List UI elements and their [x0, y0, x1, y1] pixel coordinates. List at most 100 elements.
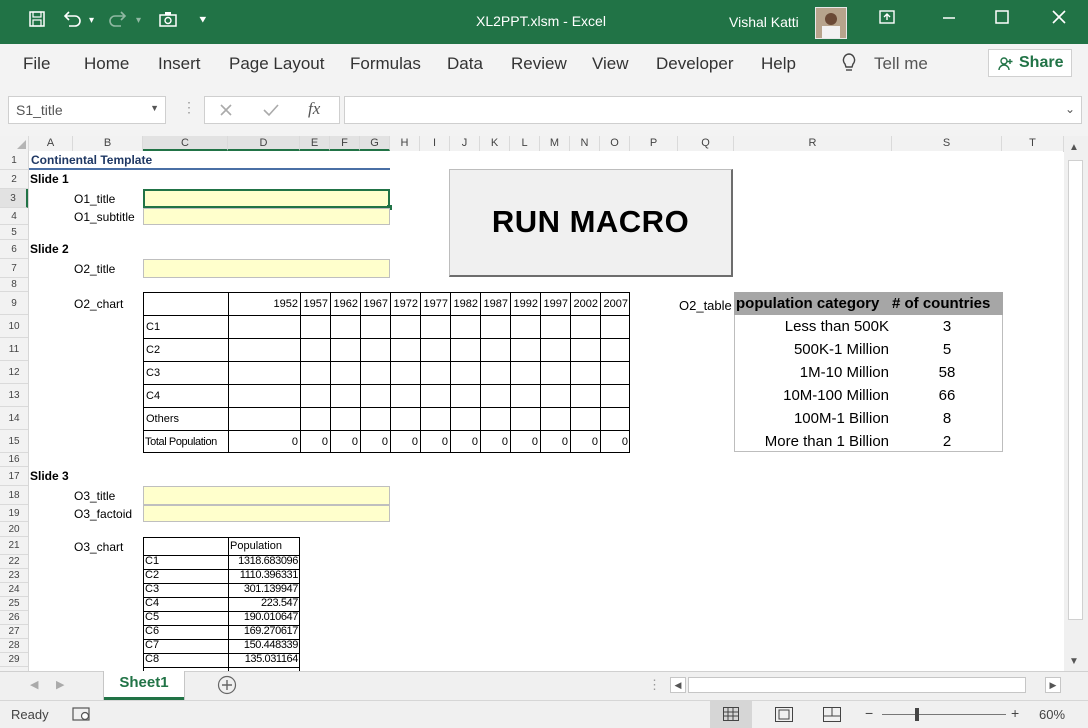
name-box[interactable]: S1_title ▼ — [8, 96, 166, 124]
tab-file[interactable]: File — [23, 54, 50, 74]
row-header[interactable]: 2 — [0, 170, 28, 189]
scroll-left-icon[interactable]: ◀ — [670, 677, 686, 693]
col-header-p[interactable]: P — [630, 136, 678, 151]
o3-title-field[interactable] — [143, 486, 390, 505]
share-button[interactable]: Share — [988, 49, 1072, 77]
row-header[interactable]: 19 — [0, 505, 28, 522]
redo-icon[interactable] — [108, 10, 128, 33]
undo-icon[interactable] — [62, 10, 82, 33]
name-box-dropdown-icon[interactable]: ▼ — [150, 103, 159, 113]
row-header[interactable]: 25 — [0, 597, 28, 611]
row-header[interactable]: 14 — [0, 407, 28, 430]
tab-formulas[interactable]: Formulas — [350, 54, 421, 74]
page-break-preview-icon[interactable] — [823, 707, 841, 727]
zoom-out-icon[interactable]: − — [865, 705, 873, 721]
tab-split-grip-icon[interactable]: ⋮ — [648, 677, 661, 693]
row-header[interactable]: 23 — [0, 569, 28, 583]
row-header[interactable]: 1 — [0, 151, 28, 170]
scroll-up-icon[interactable]: ▲ — [1069, 142, 1079, 153]
run-macro-button[interactable]: RUN MACRO — [449, 169, 733, 277]
row-header[interactable]: 16 — [0, 453, 28, 467]
vertical-scrollbar[interactable]: ▲ ▼ — [1064, 136, 1088, 671]
o3-factoid-field[interactable] — [143, 505, 390, 522]
row-header[interactable]: 20 — [0, 522, 28, 537]
row-header[interactable]: 9 — [0, 292, 28, 315]
tab-insert[interactable]: Insert — [158, 54, 201, 74]
vertical-scroll-thumb[interactable] — [1068, 160, 1083, 620]
formula-input[interactable]: ⌄ — [344, 96, 1082, 124]
row-header[interactable]: 22 — [0, 555, 28, 569]
insert-function-icon[interactable]: fx — [308, 99, 320, 119]
tab-review[interactable]: Review — [511, 54, 567, 74]
horizontal-scroll-thumb[interactable] — [688, 677, 1026, 693]
col-header-d[interactable]: D — [228, 136, 300, 151]
sheet-tab-sheet1[interactable]: Sheet1 — [104, 671, 184, 700]
zoom-in-icon[interactable]: + — [1011, 705, 1019, 721]
redo-dropdown-icon[interactable]: ▾ — [136, 15, 141, 26]
page-layout-view-icon[interactable] — [775, 707, 793, 727]
row-header[interactable]: 8 — [0, 278, 28, 292]
worksheet-grid[interactable]: Continental Template Slide 1 O1_title O1… — [29, 151, 1063, 671]
undo-dropdown-icon[interactable]: ▾ — [89, 15, 94, 26]
close-icon[interactable] — [1050, 8, 1068, 31]
col-header-e[interactable]: E — [300, 136, 330, 151]
o1-subtitle-field[interactable] — [143, 208, 390, 225]
tab-page-layout[interactable]: Page Layout — [229, 54, 324, 74]
col-header-g[interactable]: G — [360, 136, 390, 151]
col-header-l[interactable]: L — [510, 136, 540, 151]
normal-view-button[interactable] — [710, 701, 752, 728]
zoom-slider-thumb[interactable] — [915, 708, 919, 721]
maximize-icon[interactable] — [993, 8, 1011, 31]
row-header[interactable]: 26 — [0, 611, 28, 625]
customize-qat-icon[interactable]: ⯆ — [198, 13, 208, 28]
row-header[interactable]: 18 — [0, 486, 28, 505]
col-header-b[interactable]: B — [73, 136, 143, 151]
tab-home[interactable]: Home — [84, 54, 129, 74]
add-sheet-icon[interactable] — [217, 675, 237, 700]
row-header[interactable]: 21 — [0, 537, 28, 555]
next-sheet-icon[interactable]: ▶ — [56, 678, 64, 691]
zoom-slider-track[interactable] — [882, 714, 1006, 715]
col-header-f[interactable]: F — [330, 136, 360, 151]
col-header-r[interactable]: R — [734, 136, 892, 151]
prev-sheet-icon[interactable]: ◀ — [30, 678, 38, 691]
cancel-icon[interactable] — [218, 102, 234, 123]
col-header-j[interactable]: J — [450, 136, 480, 151]
row-header[interactable]: 5 — [0, 225, 28, 240]
tab-help[interactable]: Help — [761, 54, 796, 74]
row-header[interactable]: 17 — [0, 467, 28, 486]
row-header[interactable]: 13 — [0, 384, 28, 407]
row-header[interactable]: 4 — [0, 208, 28, 225]
row-header[interactable]: 24 — [0, 583, 28, 597]
row-header[interactable]: 7 — [0, 259, 28, 278]
row-header[interactable]: 28 — [0, 639, 28, 653]
col-header-i[interactable]: I — [420, 136, 450, 151]
col-header-n[interactable]: N — [570, 136, 600, 151]
tab-developer[interactable]: Developer — [656, 54, 734, 74]
enter-check-icon[interactable] — [262, 102, 280, 123]
tab-data[interactable]: Data — [447, 54, 483, 74]
lightbulb-icon[interactable] — [840, 52, 858, 79]
row-header[interactable]: 12 — [0, 361, 28, 384]
user-name[interactable]: Vishal Katti — [729, 14, 799, 30]
col-header-k[interactable]: K — [480, 136, 510, 151]
row-header[interactable]: 27 — [0, 625, 28, 639]
row-header[interactable]: 6 — [0, 240, 28, 259]
camera-icon[interactable] — [158, 10, 178, 33]
row-header[interactable]: 3 — [0, 189, 28, 208]
row-header[interactable]: 10 — [0, 315, 28, 338]
col-header-s[interactable]: S — [892, 136, 1002, 151]
row-header[interactable]: 11 — [0, 338, 28, 361]
select-all-corner[interactable] — [0, 136, 29, 151]
row-header[interactable]: 15 — [0, 430, 28, 453]
save-icon[interactable] — [28, 10, 46, 33]
tab-view[interactable]: View — [592, 54, 629, 74]
col-header-h[interactable]: H — [390, 136, 420, 151]
col-header-m[interactable]: M — [540, 136, 570, 151]
col-header-c[interactable]: C — [143, 136, 228, 151]
avatar[interactable] — [815, 7, 847, 39]
col-header-a[interactable]: A — [29, 136, 73, 151]
zoom-level[interactable]: 60% — [1039, 707, 1065, 722]
macro-recording-icon[interactable] — [72, 706, 92, 727]
expand-formula-icon[interactable]: ⌄ — [1065, 102, 1075, 116]
